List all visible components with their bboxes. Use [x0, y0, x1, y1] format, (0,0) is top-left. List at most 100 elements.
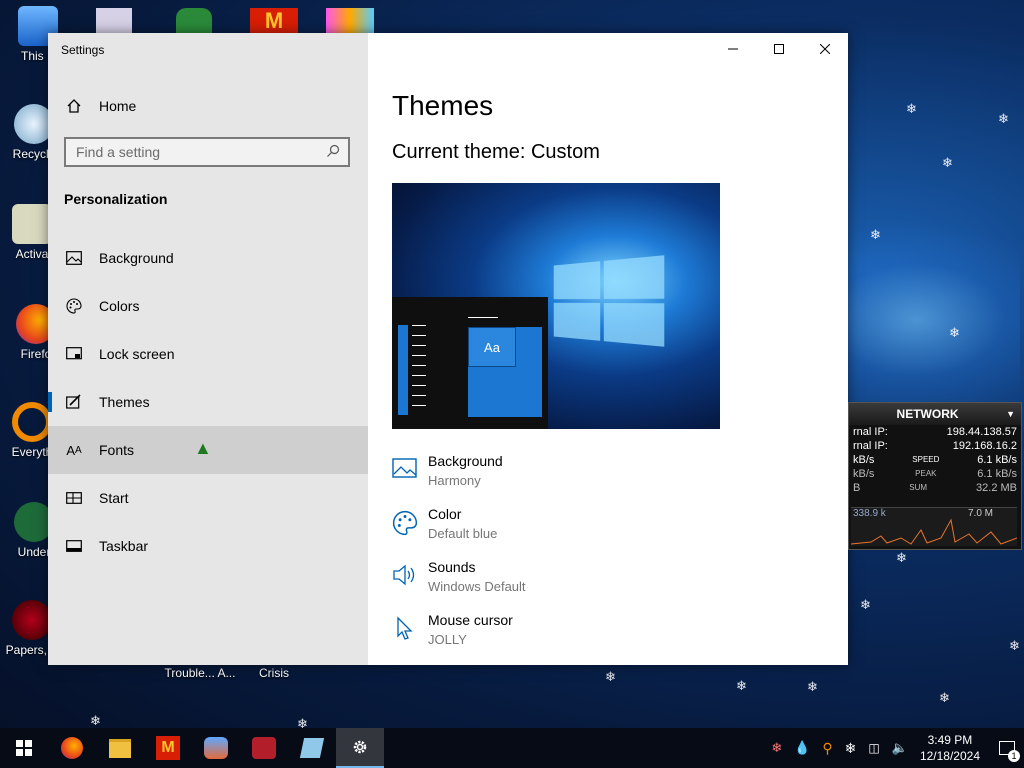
network-graph: 338.9 k 7.0 M: [851, 507, 1017, 546]
theme-item-name: Color: [428, 506, 462, 522]
snowflake-icon: ❄: [870, 227, 881, 242]
taskbar-icon: [64, 538, 84, 554]
notification-count: 1: [1008, 750, 1020, 762]
start-icon: [64, 490, 84, 506]
nav-label: Lock screen: [99, 346, 175, 362]
page-title: Themes: [392, 90, 494, 121]
nav-label: Colors: [99, 298, 140, 314]
close-button[interactable]: [802, 33, 848, 65]
theme-background-item[interactable]: Background Harmony: [392, 453, 692, 503]
snowflake-icon: ❄: [906, 101, 917, 116]
nav-lock-screen[interactable]: Lock screen: [48, 330, 368, 378]
section-title: Personalization: [64, 191, 168, 207]
taskbar-app-6[interactable]: [240, 728, 288, 768]
tray-search-icon[interactable]: ⚲: [822, 740, 832, 757]
palette-icon: [64, 298, 84, 314]
taskbar-file-explorer[interactable]: [96, 728, 144, 768]
network-row: rnal IP: 198.44.138.57: [853, 426, 1017, 438]
app-icon: [252, 737, 276, 759]
taskbar-app-5[interactable]: [192, 728, 240, 768]
settings-sidebar: Settings Home Find a setting Personaliza…: [48, 33, 368, 665]
nav-themes[interactable]: Themes: [48, 378, 368, 426]
nav-fonts[interactable]: AA Fonts ▲: [48, 426, 368, 474]
maximize-button[interactable]: [756, 33, 802, 65]
lock-screen-icon: [64, 346, 84, 362]
minimize-button[interactable]: [710, 33, 756, 65]
nav-label: Themes: [99, 394, 150, 410]
search-input[interactable]: Find a setting: [64, 137, 350, 167]
nav-label: Start: [99, 490, 129, 506]
magnifier-icon: [12, 402, 52, 442]
theme-item-value: JOLLY: [428, 632, 467, 647]
desktop-icon-crisis[interactable]: Crisis: [246, 666, 302, 680]
theme-mouse-cursor-item[interactable]: Mouse cursor JOLLY: [392, 612, 692, 662]
snowflake-icon: ❄: [807, 679, 818, 694]
tray-drop-icon[interactable]: 💧: [794, 740, 810, 756]
nav-home-label: Home: [99, 98, 137, 114]
picture-icon: [64, 250, 84, 266]
nav-label: Background: [99, 250, 174, 266]
snowflake-icon: ❄: [736, 678, 747, 693]
taskbar-mcdonalds[interactable]: M: [144, 728, 192, 768]
system-tray: ❄ 💧 ⚲ ❄ ◫ 🔈 3:49 PM 12/18/2024 1: [765, 728, 1024, 768]
network-icon[interactable]: ◫: [868, 741, 879, 755]
network-widget-title: NETWORK ▼: [849, 403, 1021, 425]
clock[interactable]: 3:49 PM 12/18/2024: [920, 732, 980, 764]
theme-item-value: Harmony: [428, 473, 481, 488]
gear-icon: [353, 740, 367, 754]
start-button[interactable]: [0, 728, 48, 768]
tray-app-icon[interactable]: ❄: [771, 740, 782, 756]
clock-date: 12/18/2024: [919, 749, 980, 763]
theme-preview: Aa: [392, 183, 720, 429]
window-controls: [710, 33, 848, 65]
notifications-button[interactable]: 1: [990, 728, 1024, 768]
window-title: Settings: [61, 43, 105, 57]
document-icon: [12, 204, 52, 244]
windows-logo-graphic: [553, 255, 665, 347]
desktop-icon-top-mcdonalds[interactable]: M: [250, 8, 298, 34]
app-icon: [299, 738, 325, 758]
tray-snowflake-icon[interactable]: ❄: [845, 740, 857, 757]
palette-icon: [392, 510, 418, 536]
desktop-icon-top-2[interactable]: [176, 8, 212, 34]
theme-color-item[interactable]: Color Default blue: [392, 506, 692, 556]
snowflake-icon: ❄: [605, 669, 616, 684]
desktop-icon-trouble[interactable]: Trouble... A...: [160, 666, 240, 680]
mcdonalds-icon: M: [156, 736, 180, 760]
settings-window[interactable]: Settings Home Find a setting Personaliza…: [48, 33, 848, 665]
nav-home[interactable]: Home: [48, 82, 368, 130]
snowflake-icon: ❄: [860, 597, 871, 612]
network-widget[interactable]: NETWORK ▼ rnal IP: 198.44.138.57 rnal IP:…: [848, 402, 1022, 550]
network-row: kB/s SPEED 6.1 kB/s: [853, 454, 1017, 466]
theme-sounds-item[interactable]: Sounds Windows Default: [392, 559, 692, 609]
snowflake-icon: ❄: [939, 690, 950, 705]
picture-icon: [392, 457, 418, 483]
nav-taskbar[interactable]: Taskbar: [48, 522, 368, 570]
snowflake-icon: ❄: [998, 111, 1009, 126]
nav-background[interactable]: Background: [48, 234, 368, 282]
preview-start-panel: Aa: [392, 297, 548, 429]
clock-time: 3:49 PM: [927, 733, 973, 747]
desktop-icon-top-1[interactable]: [96, 8, 132, 34]
taskbar: M ❄ 💧 ⚲ ❄ ◫ 🔈 3:49 PM 12/18/2024 1: [0, 728, 1024, 768]
taskbar-settings[interactable]: [336, 728, 384, 768]
settings-main: Themes Current theme: Custom Aa Backgrou…: [368, 33, 848, 665]
taskbar-firefox[interactable]: [48, 728, 96, 768]
speaker-icon: [392, 563, 418, 589]
theme-item-name: Mouse cursor: [428, 612, 513, 628]
desktop-icon-top-4[interactable]: [326, 8, 374, 34]
nav-start[interactable]: Start: [48, 474, 368, 522]
theme-item-name: Sounds: [428, 559, 476, 575]
firefox-icon: [61, 737, 83, 759]
taskbar-app-7[interactable]: [288, 728, 336, 768]
nav-colors[interactable]: Colors: [48, 282, 368, 330]
preview-text: Aa: [468, 327, 516, 367]
network-row: kB/s PEAK 6.1 kB/s: [853, 468, 1017, 480]
snowflake-icon: ❄: [896, 550, 907, 565]
volume-icon[interactable]: 🔈: [892, 740, 908, 756]
theme-item-value: Windows Default: [428, 579, 526, 594]
christmas-tree-cursor-icon: ▲: [194, 438, 212, 458]
snowflake-icon: ❄: [949, 325, 960, 340]
snowflake-icon: ❄: [1009, 638, 1020, 653]
fonts-icon: AA: [66, 442, 82, 458]
